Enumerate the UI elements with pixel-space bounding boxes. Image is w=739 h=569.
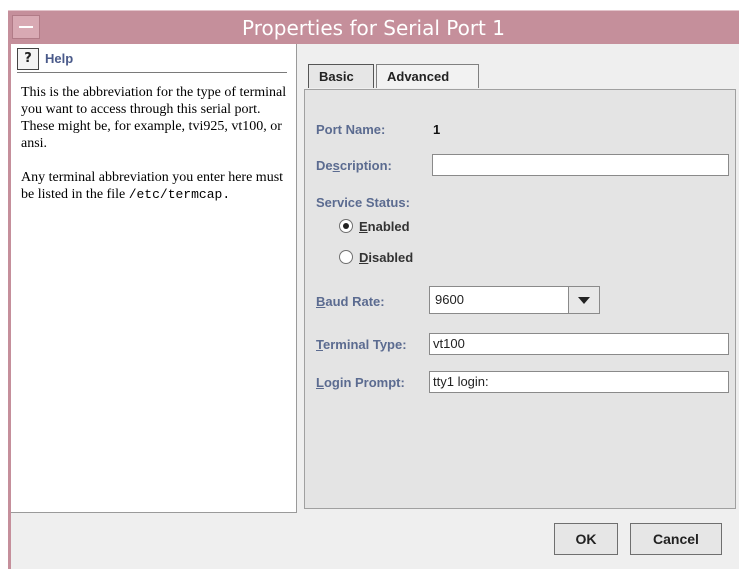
description-label: Description: xyxy=(316,158,392,173)
help-text: This is the abbreviation for the type of… xyxy=(21,84,289,220)
description-label-part: De xyxy=(316,158,333,173)
baud-rate-mnemonic: B xyxy=(316,294,326,309)
baud-rate-label: Baud Rate: xyxy=(316,294,385,309)
help-paragraph-2: Any terminal abbreviation you enter here… xyxy=(21,169,289,203)
basic-tab-content: Port Name: 1 Description: Service Status… xyxy=(304,89,736,509)
properties-panel: Port Name: 1 Description: Service Status… xyxy=(300,44,739,512)
service-status-label: Service Status: xyxy=(316,195,410,210)
button-bar: OK Cancel xyxy=(11,513,739,569)
disabled-mnemonic: D xyxy=(359,250,369,265)
terminal-type-mnemonic: T xyxy=(316,337,323,352)
baud-rate-select[interactable]: 9600 xyxy=(429,286,600,314)
enabled-label: nabled xyxy=(367,219,410,234)
help-panel: ? Help This is the abbreviation for the … xyxy=(11,44,297,513)
help-paragraph-1: This is the abbreviation for the type of… xyxy=(21,85,287,151)
enabled-mnemonic: E xyxy=(359,219,368,234)
tab-basic[interactable]: Basic xyxy=(308,64,374,88)
properties-window: Properties for Serial Port 1 ? Help This… xyxy=(0,0,739,569)
help-header: ? Help xyxy=(17,48,287,73)
disabled-label: isabled xyxy=(368,250,414,265)
help-icon[interactable]: ? xyxy=(17,48,39,70)
ok-button[interactable]: OK xyxy=(554,523,618,555)
chevron-down-icon[interactable] xyxy=(568,287,599,313)
login-prompt-label: Login Prompt: xyxy=(316,375,405,390)
cancel-button[interactable]: Cancel xyxy=(630,523,722,555)
tab-advanced[interactable]: Advanced xyxy=(376,64,479,88)
terminal-type-label-text: erminal Type: xyxy=(322,337,407,352)
help-title: Help xyxy=(45,51,74,66)
termcap-path: /etc/termcap. xyxy=(128,187,231,202)
radio-unselected-icon xyxy=(339,250,353,264)
radio-selected-icon xyxy=(339,219,353,233)
baud-rate-value: 9600 xyxy=(435,292,464,307)
login-prompt-label-text: ogin Prompt: xyxy=(323,375,405,390)
description-field[interactable] xyxy=(432,154,729,176)
login-prompt-field[interactable]: tty1 login: xyxy=(429,371,729,393)
login-prompt-mnemonic: L xyxy=(316,375,324,390)
port-name-value: 1 xyxy=(433,122,441,137)
dialog-body: ? Help This is the abbreviation for the … xyxy=(11,44,739,569)
port-name-label: Port Name: xyxy=(316,122,386,137)
description-label-mnemonic: s xyxy=(332,158,340,173)
terminal-type-field[interactable]: vt100 xyxy=(429,333,729,355)
terminal-type-label: Terminal Type: xyxy=(316,337,407,352)
baud-rate-label-text: aud Rate: xyxy=(325,294,385,309)
window-title: Properties for Serial Port 1 xyxy=(242,16,505,40)
disabled-radio[interactable]: Disabled xyxy=(339,250,413,265)
title-bar[interactable]: Properties for Serial Port 1 xyxy=(8,10,739,45)
enabled-radio[interactable]: Enabled xyxy=(339,219,410,234)
description-label-part: cription: xyxy=(339,158,392,173)
